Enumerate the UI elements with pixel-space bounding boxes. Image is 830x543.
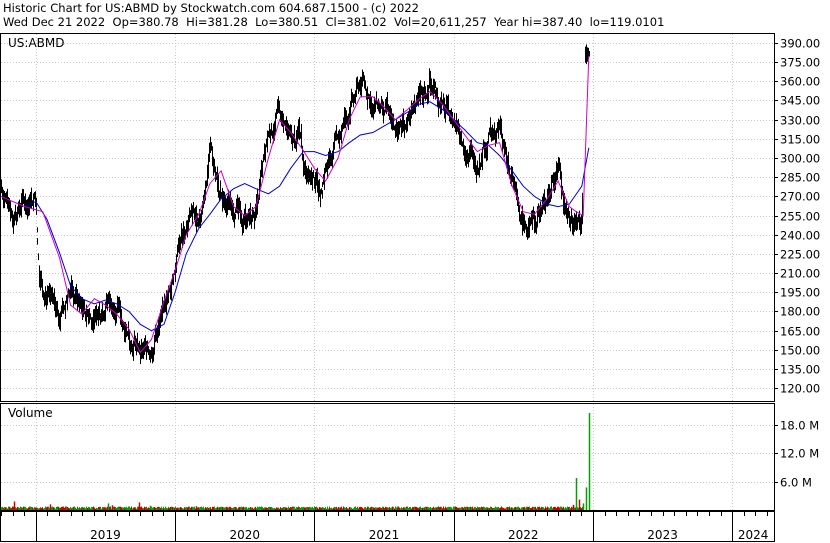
- price-tick-label: 240.00: [780, 229, 820, 243]
- year-label: 2024: [738, 528, 769, 542]
- price-tick-label: 255.00: [780, 210, 820, 224]
- price-tick-label: 285.00: [780, 171, 820, 185]
- price-panel-frame: [0, 33, 775, 402]
- volume-tick-label: 18.0 M: [780, 419, 819, 433]
- volume-bars: [1, 412, 591, 510]
- price-panel-label: US:ABMD: [8, 36, 64, 50]
- moving-averages: [0, 55, 590, 354]
- price-tick-label: 390.00: [780, 37, 820, 51]
- price-tick-label: 210.00: [780, 267, 820, 281]
- moving-average-fast: [0, 55, 590, 354]
- year-label: 2022: [508, 528, 539, 542]
- year-label: 2023: [647, 528, 678, 542]
- volume-tick-label: 6.0 M: [780, 476, 812, 490]
- price-tick-label: 135.00: [780, 363, 820, 377]
- price-tick-label: 360.00: [780, 75, 820, 89]
- year-label: 2021: [369, 528, 400, 542]
- price-series: [1, 44, 590, 365]
- price-tick-label: 150.00: [780, 344, 820, 358]
- price-tick-label: 315.00: [780, 133, 820, 147]
- year-label: 2019: [90, 528, 121, 542]
- price-tick-label: 375.00: [780, 56, 820, 70]
- price-tick-label: 330.00: [780, 114, 820, 128]
- volume-panel-label: Volume: [8, 406, 53, 420]
- price-tick-label: 195.00: [780, 286, 820, 300]
- volume-panel-frame: [0, 403, 775, 511]
- year-label: 2020: [229, 528, 260, 542]
- price-tick-label: 225.00: [780, 248, 820, 262]
- price-tick-label: 165.00: [780, 325, 820, 339]
- price-tick-label: 270.00: [780, 190, 820, 204]
- volume-tick-label: 12.0 M: [780, 447, 819, 461]
- price-tick-label: 300.00: [780, 152, 820, 166]
- price-tick-label: 345.00: [780, 94, 820, 108]
- price-tick-label: 120.00: [780, 382, 820, 396]
- stock-chart: 390.00 375.00 360.00 345.00 330.00 315.00 300.…: [0, 33, 820, 542]
- price-tick-label: 180.00: [780, 305, 820, 319]
